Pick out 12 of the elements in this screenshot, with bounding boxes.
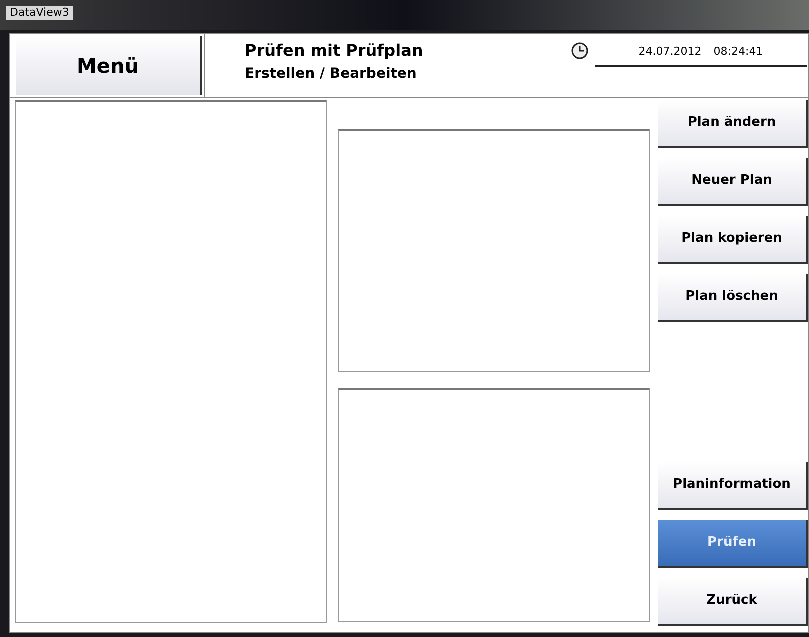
action-button[interactable]: Zurück [658,578,808,626]
action-button[interactable]: Planinformation [658,462,808,510]
window-title: DataView3 [6,6,74,20]
menu-button[interactable]: Menü [16,36,202,95]
action-button[interactable]: Neuer Plan [658,158,808,206]
clock-icon [571,42,589,60]
page-subtitle: Erstellen / Bearbeiten [245,65,418,84]
action-button[interactable]: Plan ändern [658,100,808,148]
action-button[interactable]: Plan löschen [658,274,808,322]
date-time: 24.07.2012 08:24:41 [595,42,807,66]
action-button[interactable]: Plan kopieren [658,216,808,264]
page-title: Prüfen mit Prüfplan [245,40,424,62]
